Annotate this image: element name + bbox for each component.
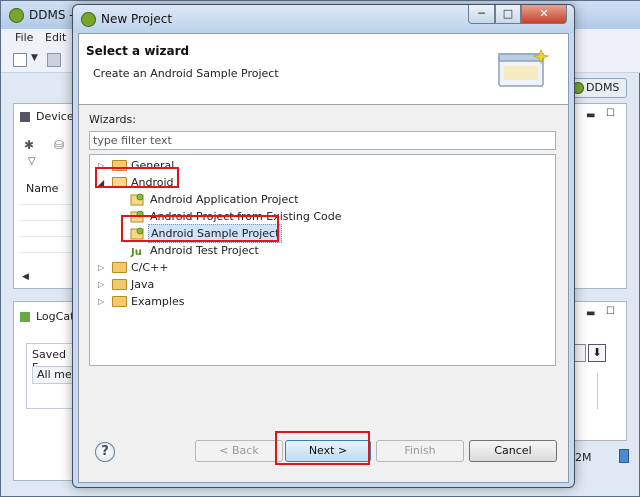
download-icon[interactable]: ⬇ bbox=[588, 344, 606, 362]
tree-item-label: Android Sample Project bbox=[148, 224, 283, 243]
wizard-banner: Select a wizard Create an Android Sample… bbox=[79, 34, 568, 105]
debug-icon[interactable]: ✱ bbox=[24, 138, 34, 152]
wizard-tree[interactable]: ▷ General ◢ Android Android Application … bbox=[89, 154, 556, 366]
tree-item-android-application-project[interactable]: Android Application Project bbox=[130, 191, 390, 208]
tree-item-android-sample-project[interactable]: Android Sample Project bbox=[130, 224, 390, 243]
expand-arrow-icon[interactable]: ▷ bbox=[98, 293, 108, 310]
open-folder-icon bbox=[112, 177, 127, 188]
tree-item-label: Examples bbox=[131, 295, 185, 308]
back-button[interactable]: < Back bbox=[195, 440, 283, 462]
tree-item-examples[interactable]: ▷ Examples bbox=[98, 293, 218, 310]
garbage-collect-icon[interactable] bbox=[619, 449, 629, 463]
right-bottom-panel: ▬ ☐ ⬇ bbox=[567, 301, 627, 441]
tree-item-label: General bbox=[131, 159, 175, 172]
eclipse-app-icon bbox=[9, 8, 24, 23]
wizards-label: Wizards: bbox=[89, 113, 136, 126]
devices-panel: Device ✱ ⛁ ▽ Name ◀ bbox=[13, 103, 75, 289]
new-project-dialog: New Project ─ □ ✕ Select a wizard Create… bbox=[72, 4, 575, 488]
tree-item-label: C/C++ bbox=[131, 261, 169, 274]
tree-item-general[interactable]: ▷ General bbox=[98, 157, 218, 174]
banner-heading: Select a wizard bbox=[86, 44, 190, 58]
tree-item-android[interactable]: ◢ Android bbox=[98, 174, 218, 191]
wizard-filter-input[interactable] bbox=[89, 131, 556, 150]
ddms-window-title: DDMS - bbox=[29, 8, 74, 22]
dialog-title: New Project bbox=[101, 12, 173, 26]
logcat-panel-title[interactable]: LogCat bbox=[36, 310, 74, 323]
finish-button[interactable]: Finish bbox=[376, 440, 464, 462]
next-button[interactable]: Next > bbox=[285, 440, 371, 462]
table-row-divider bbox=[20, 220, 72, 221]
save-icon[interactable] bbox=[47, 53, 61, 67]
menu-file[interactable]: File bbox=[15, 31, 33, 44]
devices-name-column-header[interactable]: Name bbox=[26, 182, 58, 195]
minimize-button[interactable]: ─ bbox=[468, 5, 495, 24]
tree-item-label: Android Application Project bbox=[150, 193, 299, 206]
heap-icon[interactable]: ⛁ bbox=[54, 138, 64, 152]
ddms-perspective-label: DDMS bbox=[586, 81, 620, 94]
scrollbar[interactable] bbox=[597, 373, 611, 409]
expand-arrow-icon[interactable]: ▷ bbox=[98, 157, 108, 174]
folder-icon bbox=[112, 262, 127, 273]
tree-item-label: Android Project from Existing Code bbox=[150, 210, 342, 223]
maximize-icon[interactable]: ☐ bbox=[606, 306, 615, 317]
view-menu-icon[interactable]: ▽ bbox=[28, 156, 36, 167]
scroll-left-icon[interactable]: ◀ bbox=[22, 272, 29, 282]
tree-item-android-project-from-existing-code[interactable]: Android Project from Existing Code bbox=[130, 208, 430, 225]
tree-item-label: Android Test Project bbox=[150, 244, 259, 257]
android-project-icon bbox=[130, 193, 144, 206]
cancel-button[interactable]: Cancel bbox=[469, 440, 557, 462]
expand-arrow-icon[interactable]: ▷ bbox=[98, 259, 108, 276]
table-row-divider bbox=[20, 252, 72, 253]
tree-item-android-test-project[interactable]: Ju Android Test Project bbox=[130, 242, 390, 259]
expand-arrow-icon[interactable]: ▷ bbox=[98, 276, 108, 293]
wizard-icon bbox=[498, 48, 550, 87]
tree-item-java[interactable]: ▷ Java bbox=[98, 276, 218, 293]
tree-item-label: Java bbox=[131, 278, 155, 291]
junit-project-icon: Ju bbox=[130, 247, 142, 257]
right-top-panel: ▬ ☐ bbox=[567, 103, 627, 289]
minimize-icon[interactable]: ▬ bbox=[586, 110, 595, 121]
android-project-icon bbox=[130, 227, 144, 240]
banner-description: Create an Android Sample Project bbox=[93, 67, 279, 80]
android-project-icon bbox=[130, 210, 144, 223]
folder-icon bbox=[112, 279, 127, 290]
folder-icon bbox=[112, 296, 127, 307]
folder-icon bbox=[112, 160, 127, 171]
eclipse-app-icon bbox=[81, 12, 96, 27]
table-row-divider bbox=[20, 204, 72, 205]
devices-panel-title[interactable]: Device bbox=[36, 110, 74, 123]
maximize-button[interactable]: □ bbox=[495, 5, 521, 24]
memory-usage-text: 2M bbox=[575, 451, 592, 464]
new-icon[interactable] bbox=[13, 53, 27, 67]
logcat-panel: LogCat Saved F All me bbox=[13, 301, 76, 481]
tree-item-c-cpp[interactable]: ▷ C/C++ bbox=[98, 259, 218, 276]
help-icon[interactable]: ? bbox=[95, 442, 115, 462]
dialog-body: Select a wizard Create an Android Sample… bbox=[78, 33, 569, 483]
table-row-divider bbox=[20, 236, 72, 237]
tree-item-label: Android bbox=[131, 176, 174, 189]
dialog-titlebar[interactable]: New Project ─ □ ✕ bbox=[73, 5, 574, 33]
svg-text:Ju: Ju bbox=[130, 247, 142, 257]
close-button[interactable]: ✕ bbox=[521, 5, 567, 24]
all-messages-filter[interactable]: All me bbox=[32, 366, 76, 384]
logcat-icon bbox=[20, 312, 30, 322]
device-icon bbox=[20, 112, 30, 122]
menu-edit[interactable]: Edit bbox=[45, 31, 66, 44]
dropdown-arrow-icon[interactable]: ▼ bbox=[31, 53, 38, 63]
collapse-arrow-icon[interactable]: ◢ bbox=[98, 174, 108, 191]
minimize-icon[interactable]: ▬ bbox=[586, 308, 595, 319]
maximize-icon[interactable]: ☐ bbox=[606, 108, 615, 119]
ddms-perspective-button[interactable]: DDMS bbox=[567, 78, 627, 98]
